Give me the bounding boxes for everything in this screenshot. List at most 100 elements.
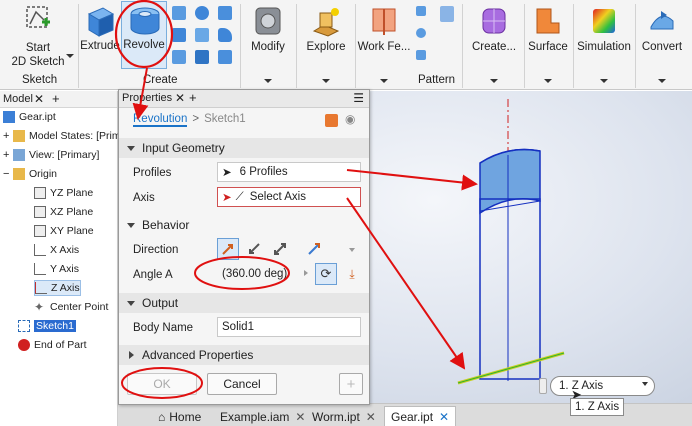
coil-icon[interactable] xyxy=(172,28,186,42)
extrude-icon xyxy=(87,7,115,37)
convert-button[interactable]: Convert xyxy=(637,2,687,86)
properties-tab[interactable]: Properties xyxy=(122,92,172,104)
breadcrumb-sketch1[interactable]: Sketch1 xyxy=(204,113,246,127)
simulation-button[interactable]: Simulation xyxy=(575,2,633,86)
tab-example-iam[interactable]: Example.iam ✕ xyxy=(214,406,311,426)
tab-home[interactable]: ⌂ Home xyxy=(152,406,207,426)
ok-button[interactable]: OK xyxy=(127,373,197,395)
breadcrumb-revolution[interactable]: Revolution xyxy=(133,113,188,127)
explore-button[interactable]: Explore xyxy=(300,2,352,86)
tree-item-sketch1[interactable]: Sketch1 xyxy=(18,318,76,334)
create-freeform-button[interactable]: Create... xyxy=(466,2,522,86)
angle-arrow-icon[interactable] xyxy=(304,270,308,276)
axis-selector[interactable]: ➤ ⟋ Select Axis xyxy=(217,187,361,207)
section-input-geometry[interactable]: Input Geometry xyxy=(119,138,369,158)
surface-label: Surface xyxy=(528,41,568,53)
cancel-button[interactable]: Cancel xyxy=(207,373,277,395)
modify-button[interactable]: Modify xyxy=(244,2,292,86)
mirror-icon[interactable] xyxy=(440,6,454,22)
eye-icon[interactable]: ◉ xyxy=(345,112,355,126)
section-advanced-properties[interactable]: Advanced Properties xyxy=(119,345,369,365)
close-icon[interactable]: ✕ xyxy=(366,410,376,424)
axis-combo-grip[interactable] xyxy=(539,378,547,394)
section-title: Advanced Properties xyxy=(142,348,254,362)
extrude-button[interactable]: Extrude xyxy=(80,2,120,62)
revolve-button[interactable]: Revolve xyxy=(121,1,167,69)
loft-icon[interactable] xyxy=(172,6,186,20)
panel-menu-icon[interactable]: ☰ xyxy=(353,91,364,105)
panel-label-create: Create xyxy=(143,74,178,86)
section-output[interactable]: Output xyxy=(119,293,369,313)
tree-label: Sketch1 xyxy=(34,320,76,332)
tree-item-gear[interactable]: Gear.ipt xyxy=(3,109,56,125)
close-icon[interactable]: ✕ xyxy=(439,410,449,424)
direction-symmetric-button[interactable] xyxy=(269,238,291,260)
axis-tooltip: 1. Z Axis xyxy=(570,398,625,416)
direction-default-button[interactable] xyxy=(217,238,239,260)
expand-icon[interactable]: + xyxy=(3,149,13,161)
tree-item-z-axis[interactable]: Z Axis xyxy=(34,280,81,296)
work-features-label: Work Fe... xyxy=(357,41,411,53)
tree-item-x-axis[interactable]: X Axis xyxy=(34,242,79,258)
plus-label: + xyxy=(346,375,356,393)
full-revolution-button[interactable]: ⟳ xyxy=(315,263,337,285)
sketch-pattern-icon[interactable] xyxy=(416,50,426,60)
direction-dropdown-icon[interactable] xyxy=(349,248,355,252)
fillet-icon[interactable] xyxy=(218,28,232,42)
browser-add-tab-icon[interactable]: + xyxy=(52,91,60,106)
derive-icon[interactable] xyxy=(195,50,209,64)
body-name-input[interactable]: Solid1 xyxy=(217,317,361,337)
tree-item-y-axis[interactable]: Y Axis xyxy=(34,261,79,277)
axis-icon xyxy=(35,282,47,294)
start-2d-sketch-button[interactable]: Start 2D Sketch xyxy=(6,2,70,72)
panel-label-sketch: Sketch xyxy=(22,74,58,86)
tree-item-center-point[interactable]: ✦ Center Point xyxy=(34,299,108,315)
properties-close-icon[interactable]: ✕ xyxy=(175,91,185,105)
tree-item-model-states[interactable]: + Model States: [Prim xyxy=(3,128,121,144)
tree-item-view[interactable]: + View: [Primary] xyxy=(3,147,99,163)
browser-tab-close-icon[interactable]: ✕ xyxy=(34,92,44,106)
tree-item-yz-plane[interactable]: YZ Plane xyxy=(34,185,93,201)
properties-add-icon[interactable]: + xyxy=(189,90,197,105)
preset-icon[interactable] xyxy=(325,114,338,127)
emboss-icon[interactable] xyxy=(172,50,186,64)
direction-flipped-button[interactable] xyxy=(243,238,265,260)
chevron-down-icon[interactable] xyxy=(642,382,648,386)
surface-button[interactable]: Surface xyxy=(526,2,570,86)
hole-icon[interactable] xyxy=(218,6,232,20)
tab-label: Example.iam xyxy=(220,409,290,424)
chamfer-icon[interactable] xyxy=(218,50,232,64)
tree-label: Model States: [Prim xyxy=(29,130,121,142)
axis-combo[interactable]: 1. Z Axis xyxy=(550,376,655,396)
apply-plus-button[interactable]: + xyxy=(339,373,363,395)
work-features-button[interactable]: Work Fe... xyxy=(357,2,411,86)
rect-pattern-icon[interactable] xyxy=(416,6,426,16)
angle-label: Angle A xyxy=(133,269,173,281)
sweep-icon[interactable] xyxy=(195,6,209,20)
expand-icon[interactable]: + xyxy=(3,130,13,142)
rib-icon[interactable] xyxy=(195,28,209,42)
profiles-selector[interactable]: ➤ 6 Profiles xyxy=(217,162,361,182)
tree-item-end-of-part[interactable]: End of Part xyxy=(18,337,87,353)
tree-item-origin[interactable]: − Origin xyxy=(3,166,57,182)
tree-item-xz-plane[interactable]: XZ Plane xyxy=(34,204,93,220)
point-icon: ✦ xyxy=(34,300,45,314)
tab-label: Gear.ipt xyxy=(391,410,434,424)
section-behavior[interactable]: Behavior xyxy=(119,215,369,235)
start-sketch-dropdown[interactable] xyxy=(66,52,74,60)
close-icon[interactable]: ✕ xyxy=(295,410,305,424)
browser-tab-model[interactable]: Model xyxy=(3,93,33,105)
folder-icon xyxy=(13,130,25,142)
collapse-icon[interactable]: − xyxy=(3,168,13,180)
axis-line-icon: ⟋ xyxy=(235,190,244,203)
angle-input[interactable]: (360.00 deg) xyxy=(217,264,297,284)
circ-pattern-icon[interactable] xyxy=(416,28,426,38)
to-button[interactable]: ⤓ xyxy=(341,263,363,285)
folder-icon xyxy=(13,168,25,180)
tree-item-xy-plane[interactable]: XY Plane xyxy=(34,223,94,239)
tab-gear-ipt[interactable]: Gear.ipt ✕ xyxy=(384,406,457,426)
tab-worm-ipt[interactable]: Worm.ipt ✕ xyxy=(306,406,382,426)
profiles-value: 6 Profiles xyxy=(239,166,288,178)
direction-asymmetric-button[interactable] xyxy=(303,238,325,260)
tree-label: Center Point xyxy=(50,301,109,313)
